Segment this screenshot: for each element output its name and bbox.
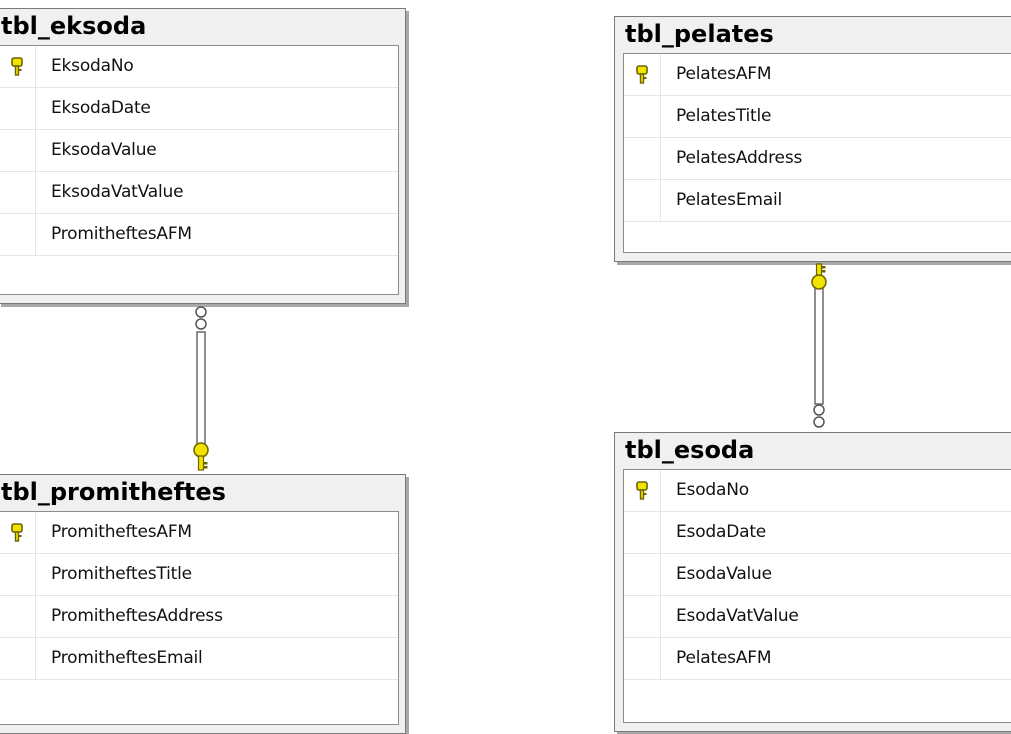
column-name: PromitheftesTitle [51,564,192,584]
primary-key-icon [636,65,648,84]
column-name: EsodaDate [676,522,767,542]
table-title: tbl_eksoda [1,12,147,40]
column-name: EsodaNo [676,480,749,500]
table-columns: PelatesAFM PelatesTitle PelatesAddress P… [623,53,1011,253]
one-end-key-icon [193,442,209,471]
column-row[interactable]: PelatesAFM [624,54,1011,96]
column-name: EksodaDate [51,98,151,118]
table-tbl-pelates[interactable]: tbl_pelates PelatesAFM PelatesTitle Pela… [614,16,1011,262]
column-name: PelatesEmail [676,190,782,210]
table-columns: PromitheftesAFM PromitheftesTitle Promit… [0,511,399,725]
column-name: PromitheftesAFM [51,522,192,542]
table-columns: EsodaNo EsodaDate EsodaValue EsodaVatVal… [623,469,1011,723]
column-row[interactable]: PromitheftesAddress [0,596,398,638]
one-end-key-icon [811,263,827,290]
table-tbl-promitheftes[interactable]: tbl_promitheftes PromitheftesAFM Promith… [0,474,406,734]
table-title: tbl_esoda [625,436,755,464]
table-tbl-esoda[interactable]: tbl_esoda EsodaNo EsodaDate EsodaValue E… [614,432,1011,732]
column-name: EsodaVatValue [676,606,799,626]
column-name: PelatesTitle [676,106,772,126]
column-row[interactable]: EksodaValue [0,130,398,172]
column-row[interactable]: EksodaNo [0,46,398,88]
column-row[interactable]: PelatesTitle [624,96,1011,138]
column-row[interactable]: PelatesEmail [624,180,1011,222]
table-title: tbl_promitheftes [1,478,226,506]
column-row[interactable]: PromitheftesAFM [0,512,398,554]
primary-key-icon [636,481,648,500]
column-row[interactable]: EksodaVatValue [0,172,398,214]
column-row[interactable]: EsodaValue [624,554,1011,596]
column-name: PelatesAFM [676,648,772,668]
column-name: EksodaValue [51,140,157,160]
many-end-infinity-icon [195,306,207,330]
relationship-esoda-pelates[interactable] [804,258,834,436]
column-name: EksodaNo [51,56,134,76]
column-row[interactable]: PelatesAddress [624,138,1011,180]
column-name: PromitheftesEmail [51,648,203,668]
column-row[interactable]: PromitheftesTitle [0,554,398,596]
column-name: EsodaValue [676,564,772,584]
table-columns: EksodaNo EksodaDate EksodaValue EksodaVa… [0,45,399,295]
column-name: PromitheftesAddress [51,606,223,626]
primary-key-icon [11,523,23,542]
column-name: PelatesAddress [676,148,803,168]
column-row[interactable]: PelatesAFM [624,638,1011,680]
table-title: tbl_pelates [625,20,774,48]
column-row[interactable]: EsodaNo [624,470,1011,512]
primary-key-icon [11,57,23,76]
relationship-eksoda-promitheftes[interactable] [186,300,216,478]
table-tbl-eksoda[interactable]: tbl_eksoda EksodaNo EksodaDate EksodaVal… [0,8,406,304]
column-row[interactable]: EsodaVatValue [624,596,1011,638]
many-end-infinity-icon [813,404,825,428]
column-name: PelatesAFM [676,64,772,84]
column-row[interactable]: PromitheftesAFM [0,214,398,256]
column-row[interactable]: EksodaDate [0,88,398,130]
column-name: PromitheftesAFM [51,224,192,244]
column-name: EksodaVatValue [51,182,184,202]
column-row[interactable]: PromitheftesEmail [0,638,398,680]
column-row[interactable]: EsodaDate [624,512,1011,554]
